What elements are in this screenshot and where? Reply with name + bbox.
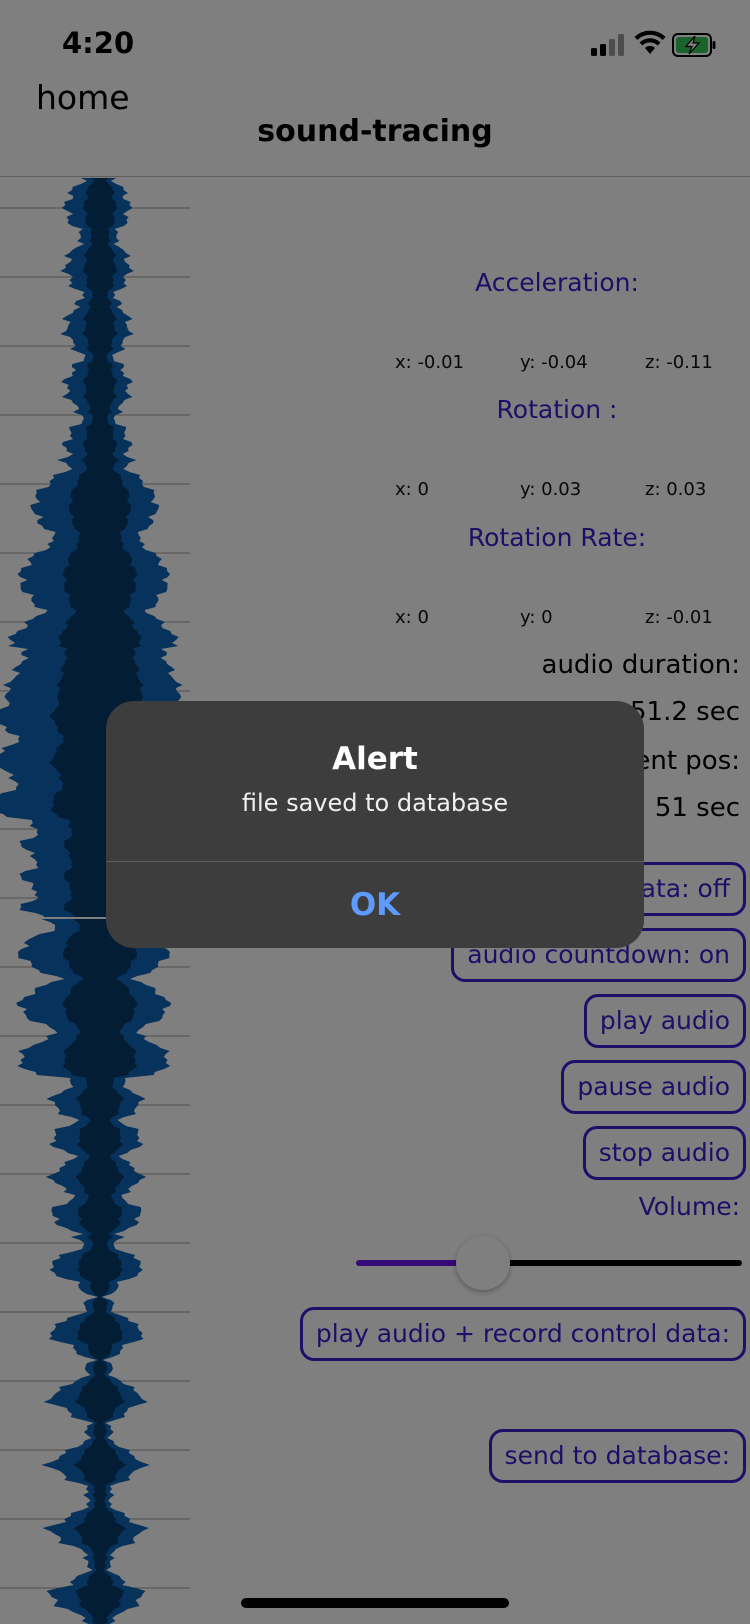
alert-message: file saved to database [241, 789, 509, 817]
alert-title: Alert [332, 741, 418, 777]
alert-dialog: Alert file saved to database OK [106, 701, 644, 948]
alert-ok-button[interactable]: OK [106, 862, 644, 948]
